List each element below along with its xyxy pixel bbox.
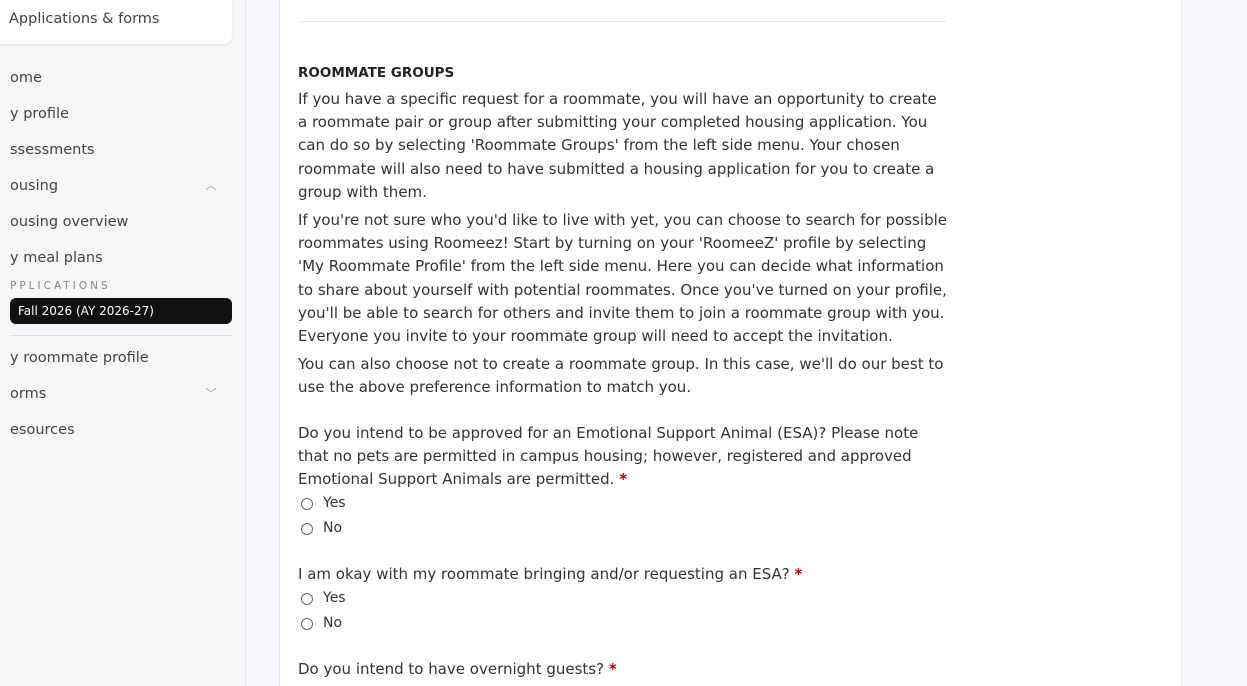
sidebar-item-label: ousing overview — [10, 214, 129, 230]
sidebar-item-label: esources — [10, 422, 75, 438]
radio-option-no[interactable]: No — [298, 611, 948, 636]
sidebar-item-label: ousing — [10, 178, 59, 194]
sidebar-item-label: y roommate profile — [10, 350, 149, 366]
question-overnight-guests: Do you intend to have overnight guests? … — [298, 658, 948, 681]
sidebar: Applications & forms ome y profile ssess… — [0, 0, 246, 686]
radio-label: Yes — [323, 590, 346, 607]
radio-button[interactable] — [301, 592, 313, 605]
radio-option-no[interactable]: No — [298, 516, 948, 541]
sidebar-header-label: Applications & forms — [9, 11, 160, 27]
sidebar-item-my-roommate-profile[interactable]: y roommate profile — [10, 345, 232, 371]
sidebar-item-label: orms — [10, 386, 47, 402]
sidebar-section-applications: PPLICATIONS — [10, 280, 111, 292]
required-marker: * — [608, 660, 617, 679]
sidebar-item-housing[interactable]: ousing ︿ — [10, 173, 232, 199]
sidebar-item-housing-overview[interactable]: ousing overview — [10, 209, 232, 235]
sidebar-item-resources[interactable]: esources — [10, 417, 232, 443]
paragraph-roomeez: If you're not sure who you'd like to liv… — [298, 211, 947, 346]
chevron-up-icon[interactable]: ︿ — [204, 173, 218, 199]
sidebar-item-my-meal-plans[interactable]: y meal plans — [10, 245, 232, 271]
question-text: I am okay with my roommate bringing and/… — [298, 565, 790, 584]
sidebar-item-assessments[interactable]: ssessments — [10, 137, 232, 163]
paragraph-no-group: You can also choose not to create a room… — [298, 355, 944, 397]
question-text: Do you intend to have overnight guests? — [298, 660, 605, 679]
paragraph-roommate-request: If you have a specific request for a roo… — [298, 90, 937, 201]
sidebar-item-fall-2026[interactable]: Fall 2026 (AY 2026-27) — [10, 298, 232, 324]
sidebar-divider — [10, 335, 232, 336]
sidebar-item-my-profile[interactable]: y profile — [10, 101, 232, 127]
radio-button[interactable] — [301, 497, 313, 510]
question-esa: Do you intend to be approved for an Emot… — [298, 422, 948, 542]
sidebar-item-label: ome — [10, 70, 42, 86]
radio-label: Yes — [323, 495, 346, 512]
radio-option-yes[interactable]: Yes — [298, 491, 948, 516]
sidebar-item-forms[interactable]: orms ﹀ — [10, 381, 232, 407]
radio-label: No — [323, 520, 343, 537]
radio-button[interactable] — [301, 617, 313, 630]
sidebar-item-label: y meal plans — [10, 250, 103, 266]
radio-label: No — [323, 615, 343, 632]
application-form: ROOMMATE GROUPS If you have a specific r… — [298, 60, 948, 682]
required-marker: * — [619, 470, 628, 489]
sidebar-header[interactable]: Applications & forms — [0, 0, 232, 44]
main-content-card: ROOMMATE GROUPS If you have a specific r… — [279, 0, 1182, 686]
sidebar-item-home[interactable]: ome — [10, 65, 232, 91]
section-title: ROOMMATE GROUPS — [298, 65, 455, 81]
question-roommate-esa: I am okay with my roommate bringing and/… — [298, 563, 948, 636]
sidebar-item-label: y profile — [10, 106, 69, 122]
chevron-down-icon[interactable]: ﹀ — [204, 381, 218, 407]
section-divider — [298, 21, 946, 22]
required-marker: * — [794, 565, 803, 584]
radio-option-yes[interactable]: Yes — [298, 586, 948, 611]
question-text: Do you intend to be approved for an Emot… — [298, 423, 919, 489]
radio-button[interactable] — [301, 522, 313, 535]
sidebar-item-label: ssessments — [10, 142, 95, 158]
page-background-right — [1183, 0, 1247, 686]
